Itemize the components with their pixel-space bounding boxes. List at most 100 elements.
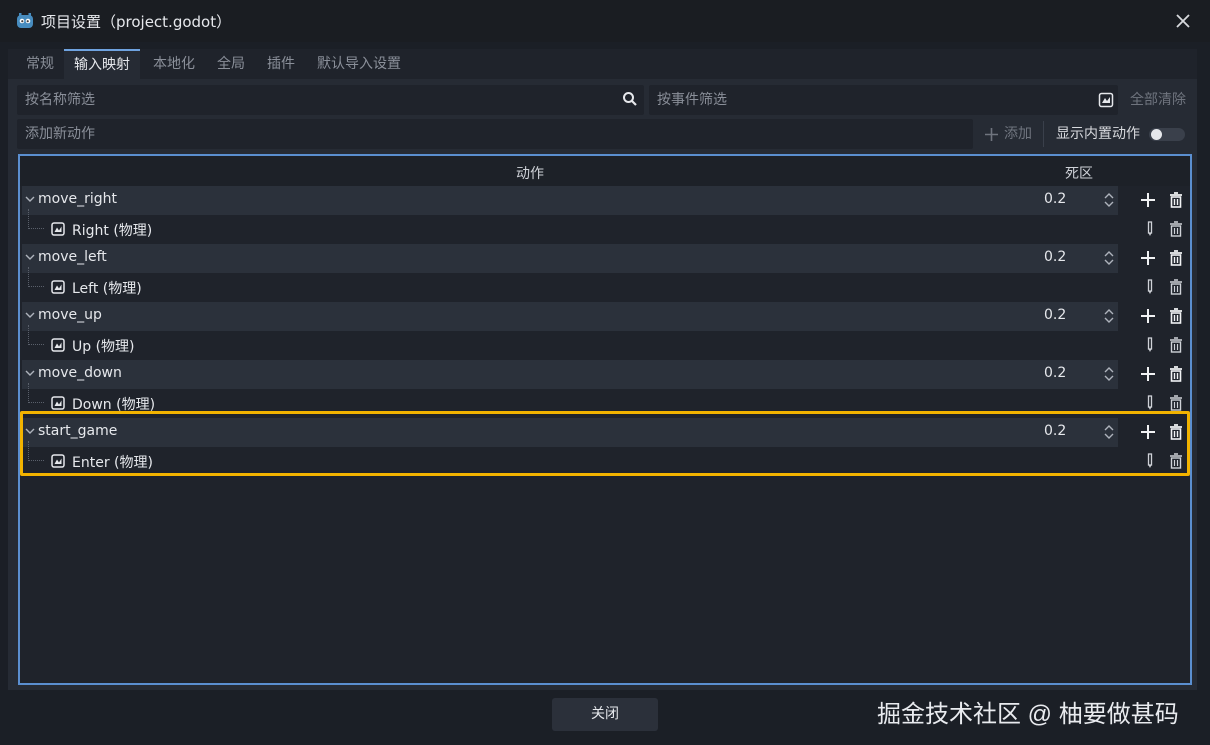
divider [1043,121,1044,147]
project-settings-dialog: 项目设置（project.godot） 常规 输入映射 本地化 全局 插件 默认… [0,0,1210,745]
plus-icon [985,128,998,141]
trash-icon[interactable] [1167,278,1185,296]
trash-icon[interactable] [1167,220,1185,238]
show-builtin-toggle[interactable] [1149,128,1185,141]
trash-icon[interactable] [1167,307,1185,325]
event-row[interactable]: Up (物理) [20,325,1190,360]
chevron-down-icon[interactable] [24,251,36,263]
edit-pencil-icon[interactable] [1141,452,1159,470]
column-action-header: 动作 [516,166,544,182]
deadzone-value[interactable]: 0.2 [1044,307,1066,323]
tree-connector [28,383,44,403]
action-row-background [22,244,1118,273]
add-event-icon[interactable] [1139,249,1157,267]
keyboard-listen-icon[interactable] [1098,92,1114,108]
tab-import-defaults[interactable]: 默认导入设置 [307,49,411,79]
deadzone-value[interactable]: 0.2 [1044,365,1066,381]
edit-pencil-icon[interactable] [1141,336,1159,354]
tab-input-map[interactable]: 输入映射 [64,49,140,79]
filter-by-name-placeholder: 按名称筛选 [25,92,95,108]
filter-by-name-input[interactable]: 按名称筛选 [17,85,644,115]
tree-connector [28,209,44,229]
spinner-arrows-icon[interactable] [1104,251,1114,265]
action-name[interactable]: move_up [38,307,102,323]
clear-all-button[interactable]: 全部清除 [1130,85,1186,115]
tab-localization[interactable]: 本地化 [143,49,205,79]
add-event-icon[interactable] [1139,365,1157,383]
tab-bar: 常规 输入映射 本地化 全局 插件 默认导入设置 [8,49,1197,79]
add-action-label: 添加 [1004,126,1032,142]
tree-header: 动作 死区 [20,156,1190,186]
keyboard-key-icon [51,280,65,294]
keyboard-key-icon [51,454,65,468]
event-row[interactable]: Down (物理) [20,383,1190,418]
action-row[interactable]: move_right 0.2 [20,186,1190,215]
chevron-down-icon[interactable] [24,193,36,205]
edit-pencil-icon[interactable] [1141,394,1159,412]
spinner-arrows-icon[interactable] [1104,193,1114,207]
event-label: Right (物理) [72,223,153,239]
close-button[interactable]: 关闭 [552,698,658,731]
chevron-down-icon[interactable] [24,367,36,379]
title-bar: 项目设置（project.godot） [0,0,1210,42]
filter-by-event-input[interactable]: 按事件筛选 [649,85,1118,115]
tree-connector [28,267,44,287]
action-name[interactable]: move_down [38,365,122,381]
search-icon [623,92,637,106]
action-row-background [22,302,1118,331]
event-label: Down (物理) [72,397,156,413]
action-tree: 动作 死区 move_right 0.2 Right (物理) move_lef… [18,154,1192,685]
event-row[interactable]: Right (物理) [20,209,1190,244]
spinner-arrows-icon[interactable] [1104,367,1114,381]
deadzone-value[interactable]: 0.2 [1044,191,1066,207]
new-action-placeholder: 添加新动作 [25,126,95,142]
action-row[interactable]: start_game 0.2 [20,418,1190,447]
add-event-icon[interactable] [1139,307,1157,325]
trash-icon[interactable] [1167,452,1185,470]
trash-icon[interactable] [1167,365,1185,383]
trash-icon[interactable] [1167,394,1185,412]
trash-icon[interactable] [1167,336,1185,354]
action-row[interactable]: move_up 0.2 [20,302,1190,331]
add-action-button[interactable]: 添加 [984,119,1032,149]
chevron-down-icon[interactable] [24,309,36,321]
event-label: Enter (物理) [72,455,153,471]
action-row[interactable]: move_left 0.2 [20,244,1190,273]
deadzone-value[interactable]: 0.2 [1044,249,1066,265]
tab-plugins[interactable]: 插件 [257,49,305,79]
tree-connector [28,325,44,345]
action-row-background [22,360,1118,389]
action-row-background [22,186,1118,215]
tab-general[interactable]: 常规 [16,49,64,79]
trash-icon[interactable] [1167,423,1185,441]
watermark: 掘金技术社区 @ 柚要做甚码 [877,701,1179,728]
action-row[interactable]: move_down 0.2 [20,360,1190,389]
column-deadzone-header: 死区 [1065,166,1093,182]
spinner-arrows-icon[interactable] [1104,309,1114,323]
event-label: Left (物理) [72,281,142,297]
action-row-background [22,418,1118,447]
godot-logo-icon [17,13,33,28]
window-title: 项目设置（project.godot） [41,13,232,31]
action-name[interactable]: move_left [38,249,107,265]
deadzone-value[interactable]: 0.2 [1044,423,1066,439]
add-event-icon[interactable] [1139,191,1157,209]
event-row[interactable]: Left (物理) [20,267,1190,302]
keyboard-key-icon [51,222,65,236]
action-name[interactable]: move_right [38,191,117,207]
add-event-icon[interactable] [1139,423,1157,441]
keyboard-key-icon [51,338,65,352]
edit-pencil-icon[interactable] [1141,278,1159,296]
new-action-input[interactable]: 添加新动作 [17,119,973,149]
action-name[interactable]: start_game [38,423,117,439]
close-icon[interactable] [1172,10,1194,32]
tab-globals[interactable]: 全局 [207,49,255,79]
edit-pencil-icon[interactable] [1141,220,1159,238]
chevron-down-icon[interactable] [24,425,36,437]
event-row[interactable]: Enter (物理) [20,441,1190,476]
spinner-arrows-icon[interactable] [1104,425,1114,439]
keyboard-key-icon [51,396,65,410]
trash-icon[interactable] [1167,249,1185,267]
event-label: Up (物理) [72,339,135,355]
trash-icon[interactable] [1167,191,1185,209]
